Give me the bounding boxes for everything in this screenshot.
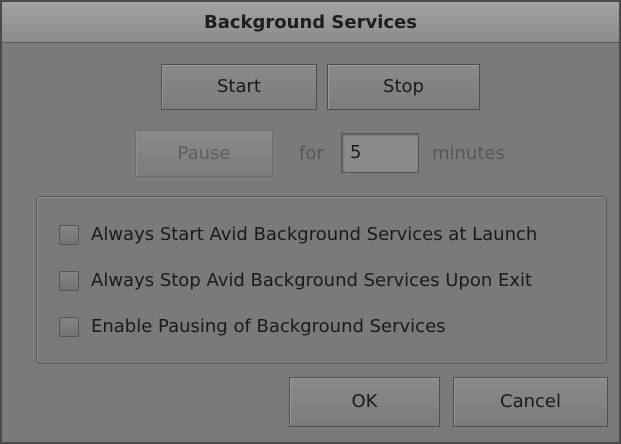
- pause-button[interactable]: Pause: [135, 130, 273, 177]
- pause-minutes-input[interactable]: 5: [341, 133, 419, 173]
- stop-button[interactable]: Stop: [327, 64, 480, 110]
- for-label: for: [299, 143, 324, 164]
- always-stop-checkbox[interactable]: [59, 271, 79, 291]
- background-services-dialog: Background Services Start Stop Pause for…: [0, 0, 621, 444]
- enable-pausing-checkbox[interactable]: [59, 317, 79, 337]
- minutes-label: minutes: [432, 143, 505, 164]
- cancel-button[interactable]: Cancel: [453, 377, 608, 427]
- start-button[interactable]: Start: [161, 64, 317, 110]
- always-stop-label: Always Stop Avid Background Services Upo…: [91, 270, 533, 291]
- ok-button[interactable]: OK: [289, 377, 440, 427]
- always-start-checkbox[interactable]: [59, 225, 79, 245]
- dialog-title: Background Services: [2, 2, 619, 43]
- enable-pausing-label: Enable Pausing of Background Services: [91, 316, 446, 337]
- options-group: Always Start Avid Background Services at…: [36, 196, 607, 364]
- always-start-label: Always Start Avid Background Services at…: [91, 224, 538, 245]
